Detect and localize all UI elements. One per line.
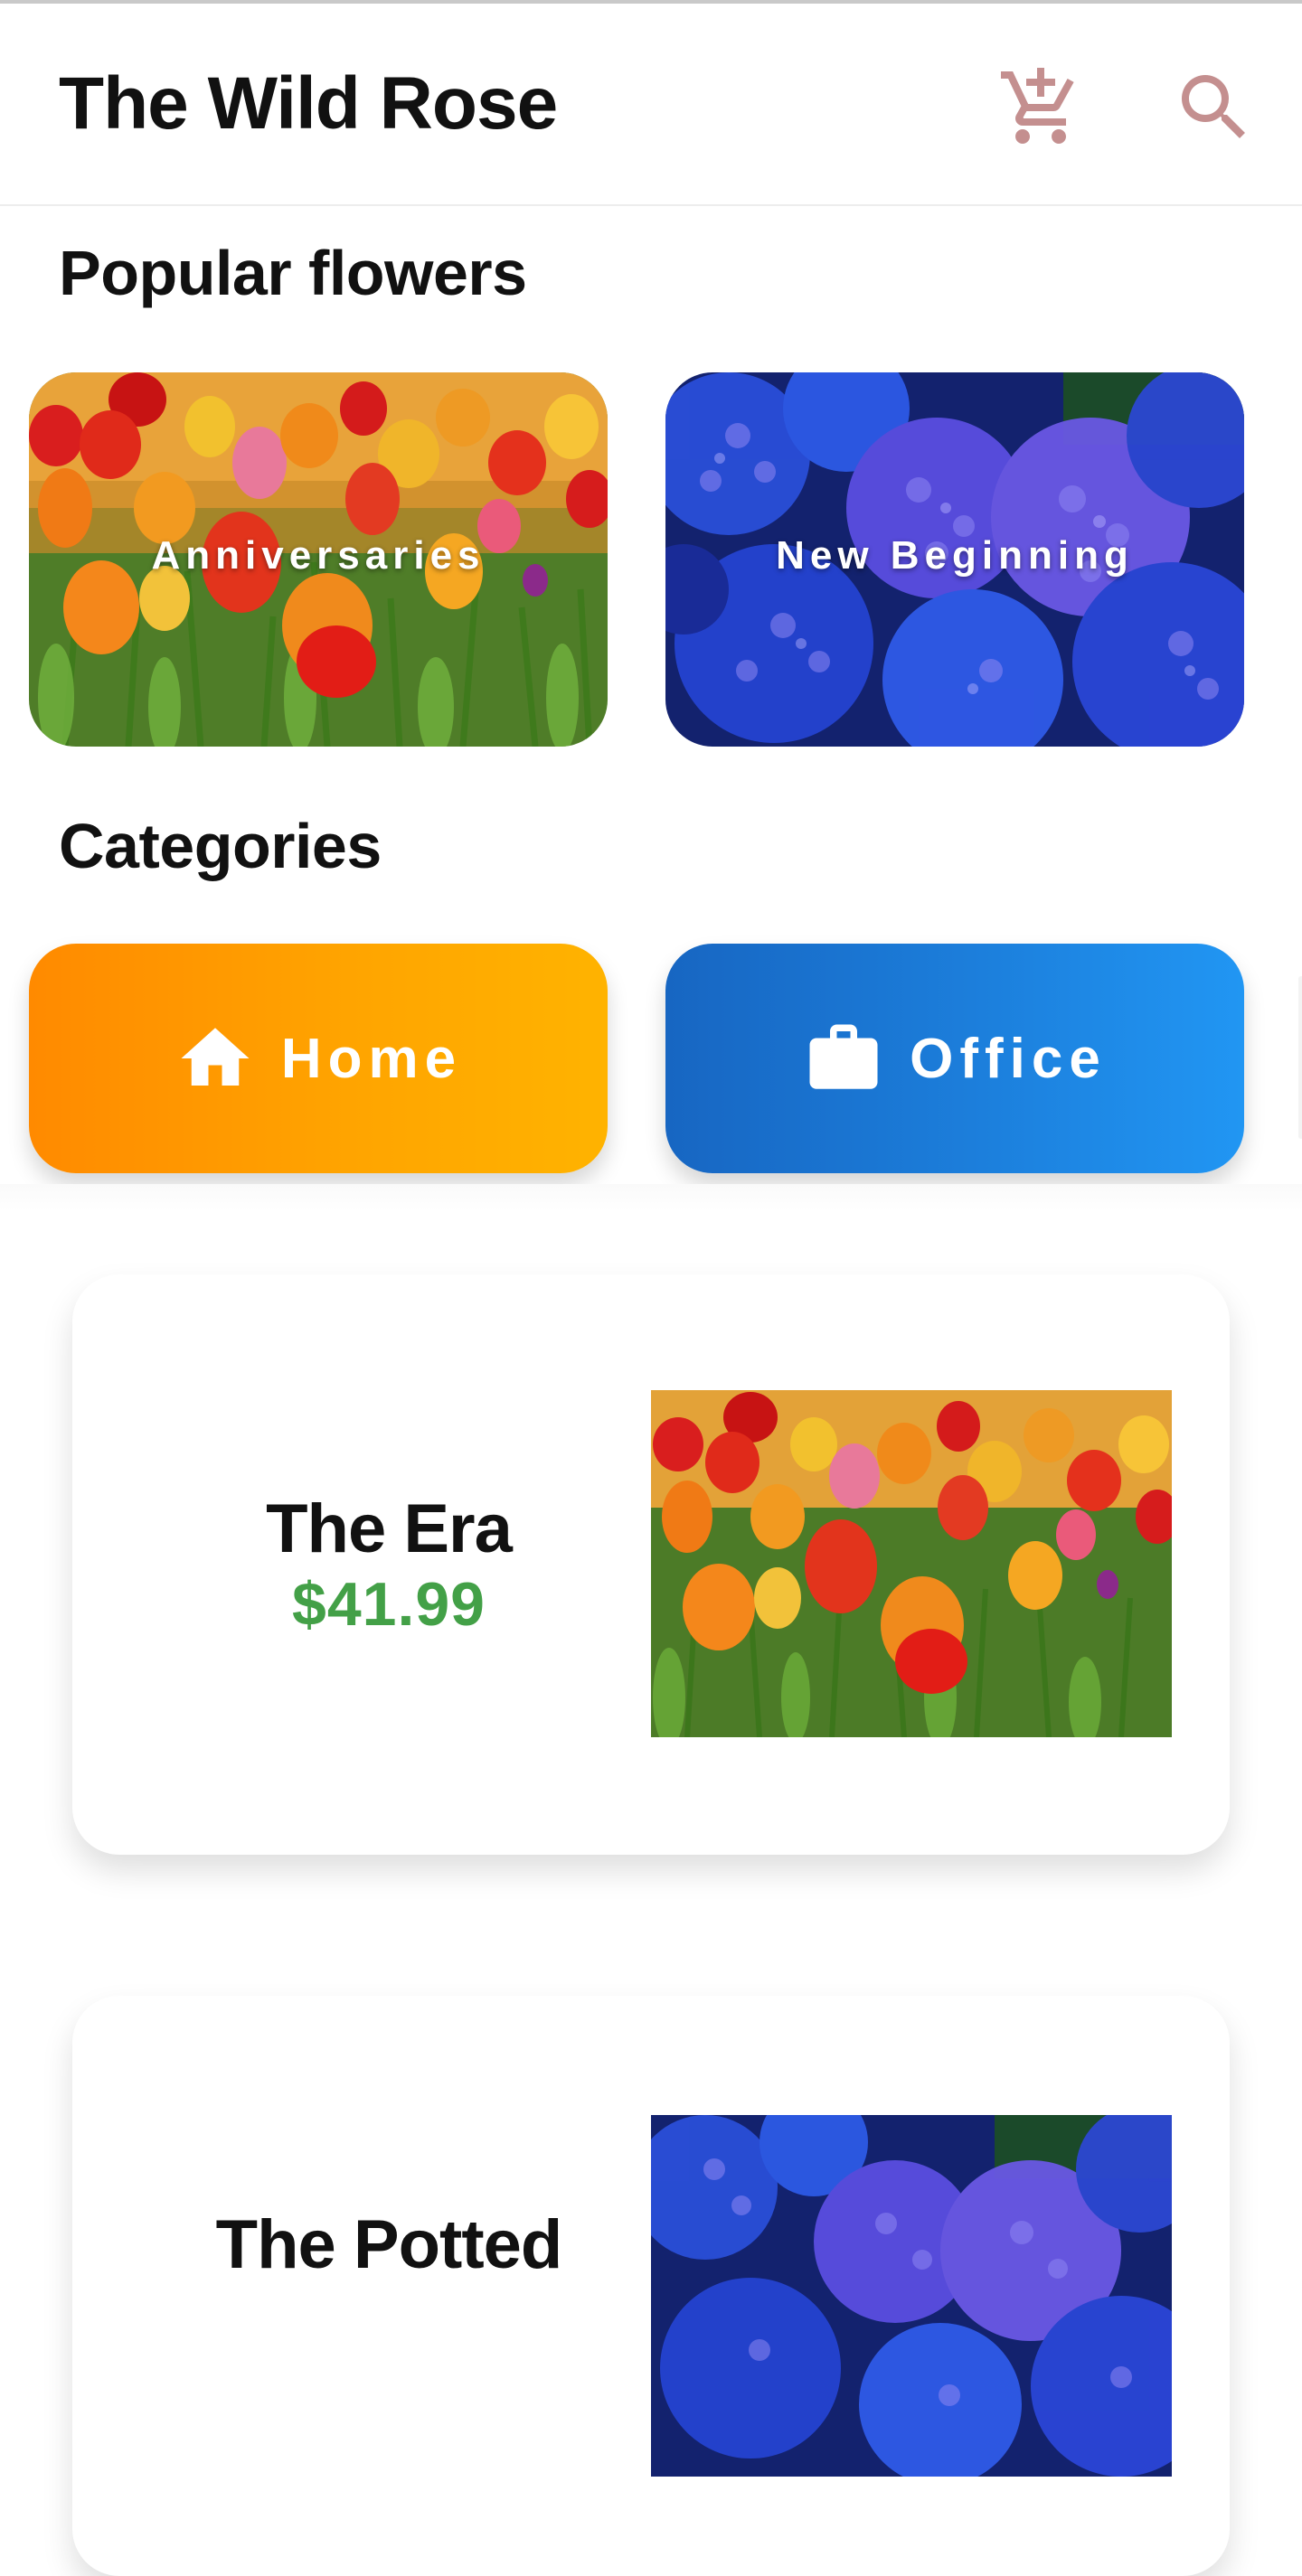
app-bar: The Wild Rose	[0, 4, 1302, 206]
category-label: Home	[280, 1027, 463, 1090]
search-button[interactable]	[1165, 58, 1264, 157]
add-to-cart-button[interactable]	[991, 58, 1090, 157]
popular-card-anniversaries[interactable]: Anniversaries	[29, 372, 608, 747]
product-card[interactable]: The Potted	[72, 1996, 1230, 2576]
briefcase-icon	[803, 1018, 884, 1099]
category-office-button[interactable]: Office	[665, 944, 1244, 1173]
product-price: $41.99	[292, 1570, 486, 1639]
popular-card-new-beginning[interactable]: New Beginning	[665, 372, 1244, 747]
product-image	[651, 1390, 1172, 1737]
category-label: Office	[910, 1027, 1107, 1090]
blue-hydrangeas-image	[651, 2115, 1172, 2477]
product-card[interactable]: The Era $41.99	[72, 1274, 1230, 1855]
popular-flowers-heading: Popular flowers	[59, 238, 527, 308]
search-icon	[1182, 75, 1245, 138]
categories-heading: Categories	[59, 811, 382, 881]
home-icon	[175, 1018, 256, 1099]
add-shopping-cart-icon	[1001, 68, 1074, 144]
product-name: The Era	[266, 1490, 513, 1567]
product-info: The Potted	[72, 2205, 705, 2285]
categories-shadow-strip	[0, 1184, 1302, 1211]
product-name: The Potted	[215, 2206, 563, 2283]
product-info: The Era $41.99	[72, 1490, 705, 1640]
product-image	[651, 2115, 1172, 2477]
category-home-button[interactable]: Home	[29, 944, 608, 1173]
app-title: The Wild Rose	[59, 62, 558, 145]
popular-card-label: New Beginning	[776, 533, 1134, 578]
category-next-peek	[1298, 976, 1302, 1139]
popular-card-label: Anniversaries	[151, 533, 486, 578]
tulips-image	[651, 1390, 1172, 1737]
